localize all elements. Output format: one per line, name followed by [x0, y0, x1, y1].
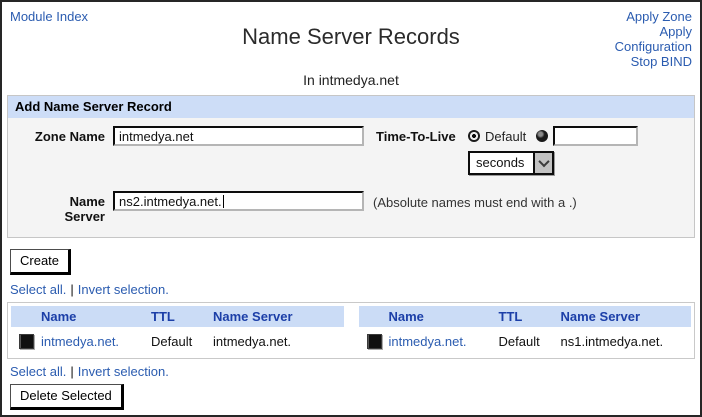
row-checkbox[interactable] [367, 334, 382, 349]
zone-name-input[interactable]: intmedya.net [113, 126, 364, 146]
ttl-controls: Default seconds [468, 126, 638, 175]
record-ttl: Default [499, 334, 561, 349]
zone-name-label: Zone Name [25, 126, 105, 144]
record-server: intmedya.net. [213, 334, 344, 349]
row-checkbox[interactable] [19, 334, 34, 349]
invert-selection-link[interactable]: Invert selection. [78, 364, 169, 379]
selection-links-top: Select all. | Invert selection. [10, 282, 700, 297]
zone-name-value: intmedya.net [119, 129, 193, 144]
table-row: intmedya.net. Default intmedya.net. [11, 327, 344, 355]
link-separator: | [70, 282, 73, 297]
text-caret [223, 195, 224, 208]
record-name-link[interactable]: intmedya.net. [41, 334, 151, 349]
page-title: Name Server Records [2, 2, 700, 50]
absolute-name-hint: (Absolute names must end with a .) [373, 191, 577, 210]
ttl-default-label: Default [485, 129, 526, 144]
select-dropdown-button[interactable] [533, 153, 552, 173]
panel-title: Add Name Server Record [8, 96, 694, 118]
table-header-row: Name TTL Name Server [359, 306, 692, 327]
table-header-row: Name TTL Name Server [11, 306, 344, 327]
module-index-link[interactable]: Module Index [10, 9, 88, 24]
apply-link[interactable]: Apply [615, 24, 692, 39]
table-row: intmedya.net. Default ns1.intmedya.net. [359, 327, 692, 355]
col-name-server: Name Server [561, 309, 692, 324]
name-server-label: Name Server [25, 191, 105, 224]
invert-selection-link[interactable]: Invert selection. [78, 282, 169, 297]
records-table-left: Name TTL Name Server intmedya.net. Defau… [11, 306, 344, 355]
record-ttl: Default [151, 334, 213, 349]
ttl-unit-value: seconds [470, 153, 533, 173]
col-name-server: Name Server [213, 309, 344, 324]
stop-bind-link[interactable]: Stop BIND [615, 54, 692, 69]
add-record-form: Zone Name intmedya.net Time-To-Live Defa… [8, 118, 694, 237]
record-server: ns1.intmedya.net. [561, 334, 692, 349]
selection-links-bottom: Select all. | Invert selection. [10, 364, 700, 379]
ttl-custom-radio[interactable] [536, 130, 548, 142]
ttl-unit-select[interactable]: seconds [468, 151, 554, 175]
col-ttl: TTL [151, 309, 213, 324]
records-table-right: Name TTL Name Server intmedya.net. Defau… [359, 306, 692, 355]
create-button[interactable]: Create [10, 249, 71, 275]
col-name: Name [389, 309, 499, 324]
ttl-value-input[interactable] [553, 126, 638, 146]
delete-selected-button[interactable]: Delete Selected [10, 384, 124, 410]
name-server-row: Name Server ns2.intmedya.net. (Absolute … [25, 191, 684, 224]
zone-subtitle: In intmedya.net [2, 72, 700, 88]
record-name-link[interactable]: intmedya.net. [389, 334, 499, 349]
webmin-bind-page: Module Index Apply Zone Apply Configurat… [0, 0, 702, 417]
name-server-input[interactable]: ns2.intmedya.net. [113, 191, 364, 211]
link-separator: | [70, 364, 73, 379]
chevron-down-icon [538, 156, 549, 167]
apply-zone-link[interactable]: Apply Zone [615, 9, 692, 24]
select-all-link[interactable]: Select all. [10, 364, 66, 379]
name-server-value: ns2.intmedya.net. [119, 194, 222, 209]
records-tables: Name TTL Name Server intmedya.net. Defau… [7, 302, 695, 359]
configuration-link[interactable]: Configuration [615, 39, 692, 54]
ttl-label: Time-To-Live [376, 126, 464, 144]
zone-ttl-row: Zone Name intmedya.net Time-To-Live Defa… [25, 126, 684, 175]
col-name: Name [41, 309, 151, 324]
select-all-link[interactable]: Select all. [10, 282, 66, 297]
col-ttl: TTL [499, 309, 561, 324]
add-record-panel: Add Name Server Record Zone Name intmedy… [7, 95, 695, 238]
top-right-links: Apply Zone Apply Configuration Stop BIND [615, 9, 692, 69]
ttl-default-radio[interactable] [468, 130, 480, 142]
